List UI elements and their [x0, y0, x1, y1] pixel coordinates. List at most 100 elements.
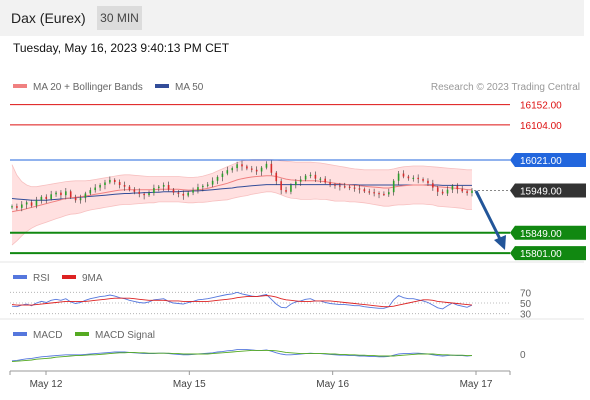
candle-body — [45, 196, 48, 199]
x-tick-label: May 16 — [316, 379, 349, 390]
candle-body — [324, 178, 326, 183]
candle-body — [172, 189, 175, 193]
candle-body — [211, 180, 214, 185]
candle-body — [226, 170, 229, 174]
candle-body — [158, 186, 160, 188]
candle-body — [84, 193, 87, 199]
legend-swatch-macd-signal — [75, 332, 89, 336]
candle-body — [118, 182, 121, 185]
candle-body — [197, 187, 199, 191]
candle-body — [246, 166, 248, 169]
candle-body — [319, 178, 322, 180]
candle-body — [461, 189, 464, 192]
candle-body — [402, 173, 405, 177]
candle-body — [138, 191, 141, 194]
candle-body — [153, 187, 155, 194]
legend-swatch-rsi-ma — [62, 275, 76, 279]
candle-body — [128, 186, 131, 190]
candle-body — [304, 175, 307, 180]
candle-body — [65, 191, 67, 196]
candle-body — [407, 176, 410, 179]
candle-body — [383, 193, 385, 196]
candle-body — [167, 185, 170, 190]
candle-body — [368, 191, 371, 193]
trading-chart: MA 20 + Bollinger Bands MA 50 Research ©… — [0, 82, 586, 390]
candle-body — [412, 177, 415, 180]
rsi-panel: 705030 — [10, 288, 532, 321]
candle-body — [358, 188, 361, 190]
candle-body — [30, 202, 33, 206]
candle-body — [40, 196, 43, 201]
candle-body — [275, 172, 278, 182]
x-tick-label: May 17 — [460, 379, 493, 390]
candle-body — [255, 169, 258, 172]
candle-body — [216, 176, 219, 181]
candle-body — [177, 192, 180, 194]
legend-ma20: MA 20 + Bollinger Bands — [33, 82, 143, 93]
candle-body — [20, 204, 23, 208]
legend-swatch-macd — [13, 332, 27, 336]
legend-swatch-ma20 — [13, 84, 27, 88]
candle-body — [123, 185, 126, 187]
support-label: 15849.00 — [520, 229, 562, 240]
legend-rsi: RSI — [33, 273, 50, 284]
candle-body — [270, 163, 273, 173]
candle-body — [241, 164, 243, 167]
candle-body — [182, 193, 185, 196]
candle-body — [417, 177, 419, 180]
candle-body — [373, 192, 375, 194]
candle-body — [378, 193, 380, 195]
credit-text: Research © 2023 Trading Central — [431, 82, 580, 93]
candle-body — [148, 193, 150, 196]
candle-body — [392, 180, 395, 193]
arrow-shaft — [474, 190, 502, 240]
candle-body — [74, 197, 77, 201]
candle-body — [221, 173, 224, 177]
candle-body — [422, 179, 424, 181]
candle-body — [133, 189, 136, 192]
candle-body — [295, 181, 297, 185]
pivot-label: 16021.00 — [520, 156, 562, 167]
candle-body — [343, 186, 346, 188]
candle-body — [231, 168, 234, 171]
candle-body — [16, 206, 18, 208]
candle-body — [265, 163, 268, 168]
x-axis-labels: May 12 May 15 May 16 May 17 — [9, 371, 511, 390]
candle-body — [60, 192, 62, 196]
candle-body — [388, 192, 390, 195]
projection-arrow — [474, 190, 506, 250]
rsi-level-label: 50 — [520, 299, 532, 310]
candle-body — [436, 187, 439, 192]
candle-body — [446, 189, 449, 194]
candle-body — [25, 202, 28, 205]
candle-body — [206, 184, 209, 186]
candle-body — [441, 191, 444, 194]
legend-macd: MACD — [33, 330, 62, 341]
candle-body — [11, 206, 13, 208]
candle-body — [192, 190, 194, 193]
candle-body — [94, 187, 96, 191]
candle-body — [113, 179, 116, 183]
rsi-level-label: 30 — [520, 310, 532, 321]
candle-body — [99, 185, 101, 188]
candle-body — [309, 174, 312, 177]
candle-body — [314, 174, 317, 179]
candle-body — [143, 193, 145, 196]
candle-body — [456, 185, 459, 190]
legend-swatch-ma50 — [155, 84, 169, 88]
legend-swatch-rsi — [13, 275, 27, 279]
resistance-label: 16152.00 — [520, 101, 562, 112]
x-tick-label: May 12 — [30, 379, 63, 390]
candle-body — [109, 179, 111, 183]
macd-panel: 0 — [11, 349, 526, 363]
candle-body — [397, 173, 400, 181]
candle-body — [162, 185, 165, 187]
candle-body — [79, 198, 82, 201]
candle-body — [299, 179, 302, 182]
candle-body — [471, 190, 473, 194]
candle-body — [50, 194, 52, 199]
candle-body — [427, 180, 429, 184]
candle-body — [104, 182, 106, 185]
candle-body — [260, 167, 263, 172]
candle-body — [348, 186, 351, 188]
